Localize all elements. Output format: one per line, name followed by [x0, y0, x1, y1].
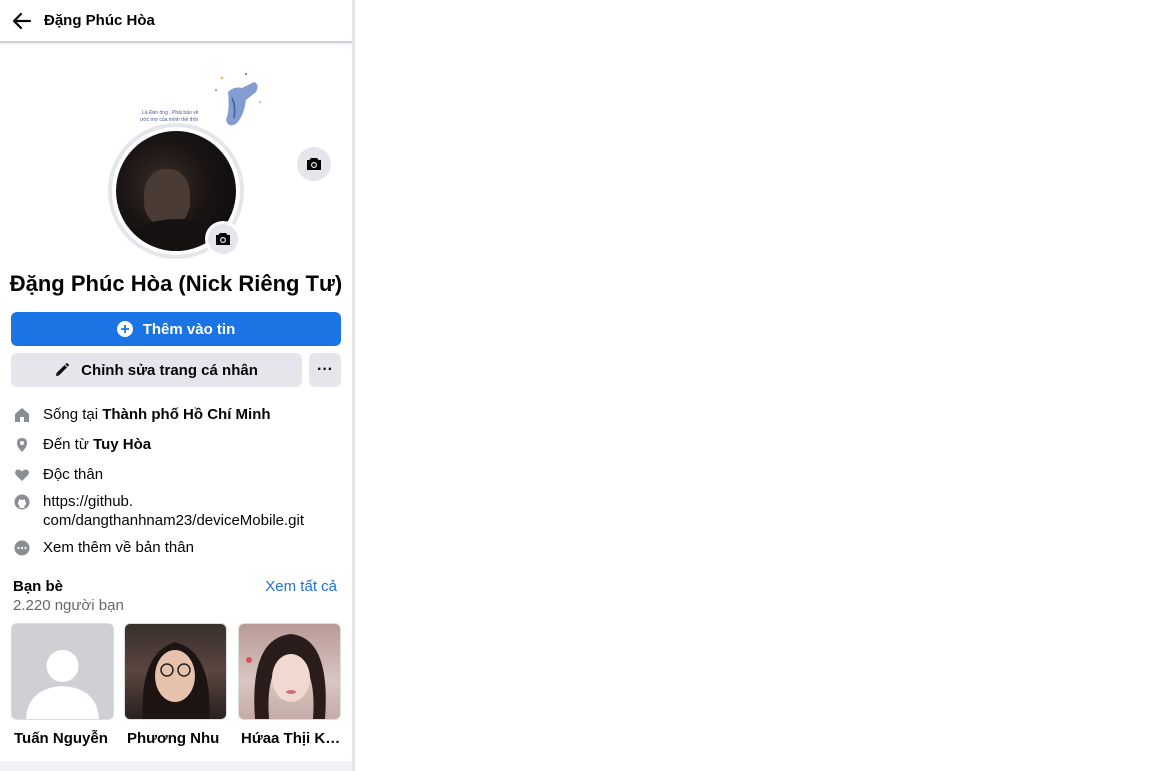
default-avatar-icon	[12, 624, 113, 719]
location-pin-icon	[16, 438, 27, 452]
website-line1: https://github.	[43, 493, 134, 510]
detail-see-more[interactable]: Xem thêm về bản thân	[0, 538, 352, 557]
camera-icon	[216, 233, 230, 245]
top-bar: Đặng Phúc Hòa	[0, 0, 352, 43]
more-options-button[interactable]: ···	[309, 353, 341, 387]
home-icon	[14, 408, 29, 422]
from-prefix: Đến từ	[43, 436, 94, 453]
friends-count: 2.220 người bạn	[13, 597, 124, 614]
detail-website: https://github. com/dangthanhnam23/devic…	[0, 492, 352, 530]
friend-card[interactable]: Hứaa Thịi Kiềuu	[238, 623, 341, 747]
friend-photo	[238, 623, 341, 720]
friend-name: Hứaa Thịi Kiềuu	[241, 730, 341, 747]
pencil-icon	[56, 363, 69, 376]
detail-relationship: Độc thân	[0, 465, 352, 484]
friend-photo	[11, 623, 114, 720]
profile-actions: Thêm vào tin Chỉnh sửa trang cá nhân ···	[0, 300, 352, 398]
edit-cover-button[interactable]	[297, 147, 331, 181]
friend-name: Phương Nhu	[127, 730, 220, 747]
see-more-about: Xem thêm về bản thân	[43, 539, 194, 556]
detail-from: Đến từ Tuy Hòa	[0, 435, 352, 454]
cover-caption-line1: Là Đàn ông , Phải bảo về	[142, 110, 199, 116]
camera-icon	[307, 158, 321, 170]
website-line2: com/dangthanhnam23/deviceMobile.git	[43, 512, 304, 529]
arrow-left-icon	[12, 12, 32, 29]
more-icon: ···	[317, 361, 333, 378]
detail-lives-in: Sống tại Thành phố Hồ Chí Minh	[0, 405, 352, 424]
edit-profile-label: Chỉnh sửa trang cá nhân	[81, 361, 258, 379]
lives-prefix: Sống tại	[43, 406, 103, 423]
lives-value[interactable]: Thành phố Hồ Chí Minh	[102, 406, 270, 423]
profile-name: Đặng Phúc Hòa (Nick Riêng Tư)	[9, 271, 343, 296]
friends-section: Bạn bè Xem tất cả 2.220 người bạn Tuấn N…	[0, 566, 352, 761]
add-story-label: Thêm vào tin	[142, 320, 236, 338]
plus-circle-icon	[116, 321, 133, 337]
github-icon	[14, 494, 29, 510]
friends-title: Bạn bè	[13, 578, 64, 595]
edit-profile-button[interactable]: Chỉnh sửa trang cá nhân	[11, 353, 302, 387]
website-link[interactable]: https://github. com/dangthanhnam23/devic…	[43, 492, 304, 530]
back-button[interactable]	[0, 0, 44, 41]
cover-caption-line2: ước mơ của mình thế thôi	[140, 116, 198, 123]
panel-divider	[352, 0, 355, 771]
cover-photo: Là Đàn ông , Phải bảo về ước mơ của mình…	[140, 72, 261, 126]
see-all-friends-link[interactable]: Xem tất cả	[265, 578, 337, 595]
friend-card[interactable]: Tuấn Nguyễn	[11, 623, 114, 747]
intro-details: Sống tại Thành phố Hồ Chí Minh Đến từ Tu…	[0, 398, 352, 566]
friend-photo	[124, 623, 227, 720]
add-story-button[interactable]: Thêm vào tin	[11, 312, 341, 346]
from-value[interactable]: Tuy Hòa	[93, 436, 151, 453]
more-circle-icon	[14, 540, 29, 556]
page-title: Đặng Phúc Hòa	[44, 12, 155, 29]
heart-icon	[14, 469, 29, 481]
profile-header: Là Đàn ông , Phải bảo về ước mơ của mình…	[0, 45, 352, 300]
relationship-status: Độc thân	[43, 466, 104, 483]
friend-name: Tuấn Nguyễn	[14, 730, 108, 747]
friend-card[interactable]: Phương Nhu	[124, 623, 227, 747]
edit-avatar-button[interactable]	[205, 221, 241, 257]
